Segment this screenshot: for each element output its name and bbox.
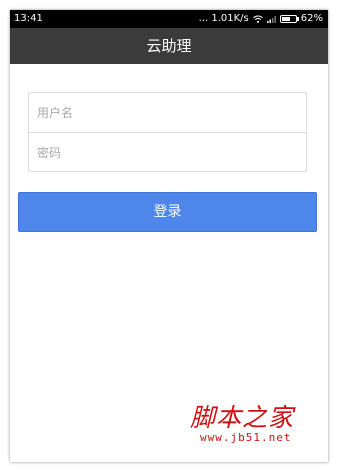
battery-level-fill bbox=[281, 17, 290, 21]
status-indicators: ... 1.01K/s 62% bbox=[199, 10, 323, 28]
username-input[interactable] bbox=[29, 93, 306, 132]
battery-percent: 62% bbox=[300, 13, 323, 24]
signal-icon bbox=[266, 15, 276, 23]
network-speed: ... 1.01K/s bbox=[198, 13, 249, 24]
password-input[interactable] bbox=[29, 133, 306, 172]
watermark-url: www.jb51.net bbox=[200, 431, 292, 444]
status-time: 13:41 bbox=[14, 13, 43, 24]
phone-screen: 13:41 ... 1.01K/s 62% 云助理 用户名 登录 脚本之家 ww… bbox=[10, 10, 328, 462]
watermark-logo: 脚本之家 bbox=[190, 403, 295, 432]
wifi-icon bbox=[252, 15, 263, 23]
page-title: 云助理 bbox=[146, 37, 192, 55]
battery-icon bbox=[279, 15, 299, 23]
login-button[interactable]: 登录 bbox=[18, 192, 317, 232]
status-bar: 13:41 ... 1.01K/s 62% bbox=[10, 10, 328, 28]
login-form bbox=[28, 92, 307, 172]
app-title-bar: 云助理 bbox=[10, 28, 328, 64]
